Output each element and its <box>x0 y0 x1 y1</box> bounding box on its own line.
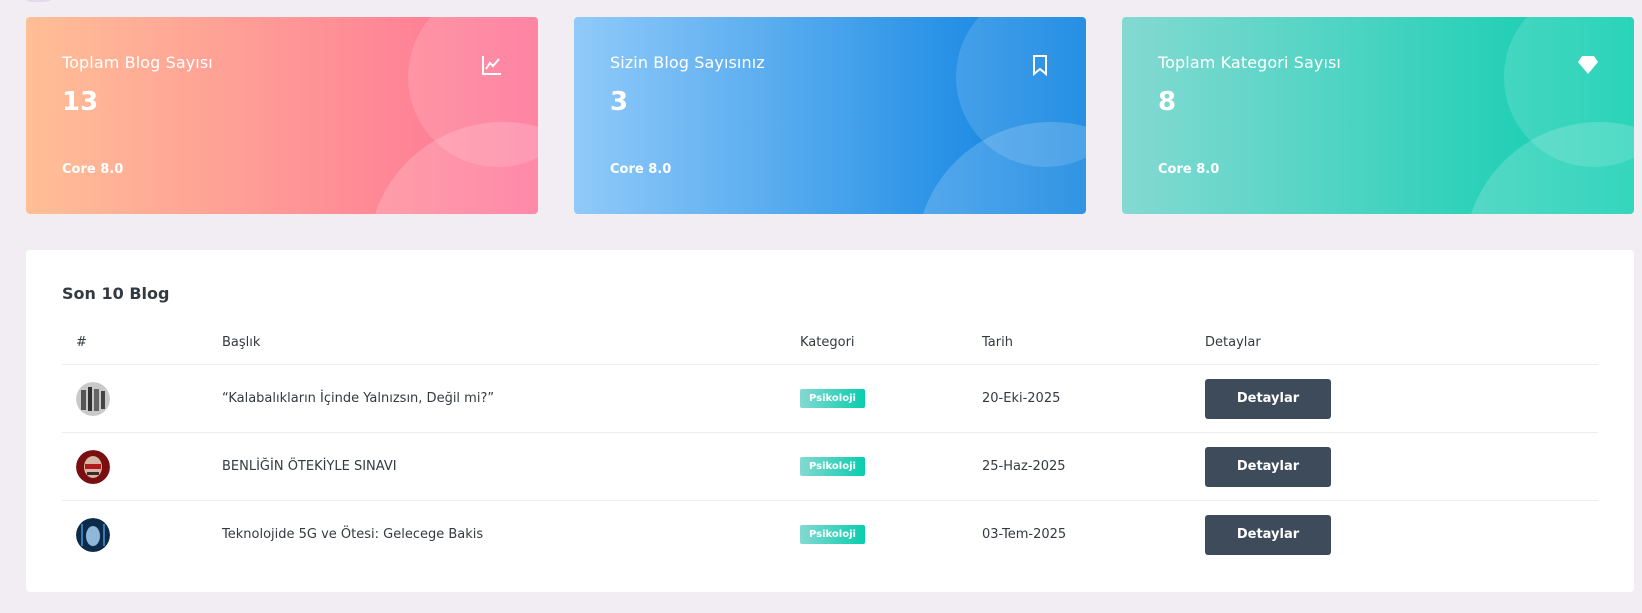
row-title: Teknolojide 5G ve Ötesi: Gelecege Bakis <box>222 527 484 542</box>
stat-card-total-categories: Toplam Kategori Sayısı 8 Core 8.0 <box>1122 17 1634 214</box>
blog-thumbnail <box>76 449 110 484</box>
stat-card-title: Toplam Blog Sayısı <box>62 53 213 72</box>
stat-card-title: Toplam Kategori Sayısı <box>1158 53 1341 72</box>
stat-card-value: 13 <box>62 87 99 117</box>
category-badge: Psikoloji <box>800 525 865 544</box>
top-avatar-fragment <box>18 0 58 2</box>
table-header-row: # Başlık Kategori Tarih Detaylar <box>62 320 1598 365</box>
row-title: “Kalabalıkların İçinde Yalnızsın, Değil … <box>208 364 786 433</box>
row-action-cell: Detaylar <box>1191 432 1598 501</box>
table-row: “Kalabalıkların İçinde Yalnızsın, Değil … <box>62 364 1598 433</box>
chart-line-icon <box>482 56 501 75</box>
row-title: BENLİĞİN ÖTEKİYLE SINAVI <box>208 432 786 501</box>
stat-card-value: 8 <box>1158 87 1177 117</box>
blog-thumbnail <box>76 381 110 416</box>
diamond-icon <box>1578 56 1598 74</box>
recent-blogs-table: # Başlık Kategori Tarih Detaylar “Kalaba… <box>62 320 1598 568</box>
col-details: Detaylar <box>1191 320 1598 365</box>
row-date: 03-Tem-2025 <box>982 527 1067 542</box>
stat-card-value: 3 <box>610 87 629 117</box>
bookmark-icon <box>1033 55 1047 77</box>
stat-card-footer: Core 8.0 <box>610 162 672 177</box>
row-date: 25-Haz-2025 <box>968 432 1191 501</box>
col-category: Kategori <box>786 320 968 365</box>
row-category-cell: Psikoloji <box>786 364 968 433</box>
category-badge: Psikoloji <box>800 389 865 408</box>
stat-card-footer: Core 8.0 <box>1158 162 1220 177</box>
stat-card-title: Sizin Blog Sayısınız <box>610 53 765 72</box>
panel-title: Son 10 Blog <box>62 284 170 303</box>
stat-card-total-blogs: Toplam Blog Sayısı 13 Core 8.0 <box>26 17 538 214</box>
table-row: BENLİĞİN ÖTEKİYLE SINAVI Psikoloji 25-Ha… <box>62 432 1598 501</box>
row-category-cell: Psikoloji <box>786 501 968 569</box>
table-row: Teknolojide 5G ve Ötesi: Gelecege Bakis … <box>62 501 1598 569</box>
col-date: Tarih <box>968 320 1191 365</box>
blog-thumbnail <box>76 517 110 552</box>
row-action-cell: Detaylar <box>1191 501 1598 569</box>
recent-blogs-panel: Son 10 Blog # Başlık Kategori Tarih Deta… <box>26 250 1634 592</box>
stats-cards: Toplam Blog Sayısı 13 Core 8.0 Sizin Blo… <box>26 17 1634 214</box>
col-title: Başlık <box>208 320 786 365</box>
decor-circle <box>916 122 1086 214</box>
category-badge: Psikoloji <box>800 457 865 476</box>
decor-circle <box>368 122 538 214</box>
row-thumbnail-cell <box>62 364 208 433</box>
row-action-cell: Detaylar <box>1191 364 1598 433</box>
row-thumbnail-cell <box>62 432 208 501</box>
details-button[interactable]: Detaylar <box>1205 378 1331 419</box>
details-button[interactable]: Detaylar <box>1205 514 1331 555</box>
row-category-cell: Psikoloji <box>786 432 968 501</box>
stat-card-footer: Core 8.0 <box>62 162 124 177</box>
decor-circle <box>1464 122 1634 214</box>
row-date: 20-Eki-2025 <box>968 364 1191 433</box>
row-thumbnail-cell <box>62 501 208 569</box>
details-button[interactable]: Detaylar <box>1205 446 1331 487</box>
col-number: # <box>62 320 208 365</box>
stat-card-my-blogs: Sizin Blog Sayısınız 3 Core 8.0 <box>574 17 1086 214</box>
